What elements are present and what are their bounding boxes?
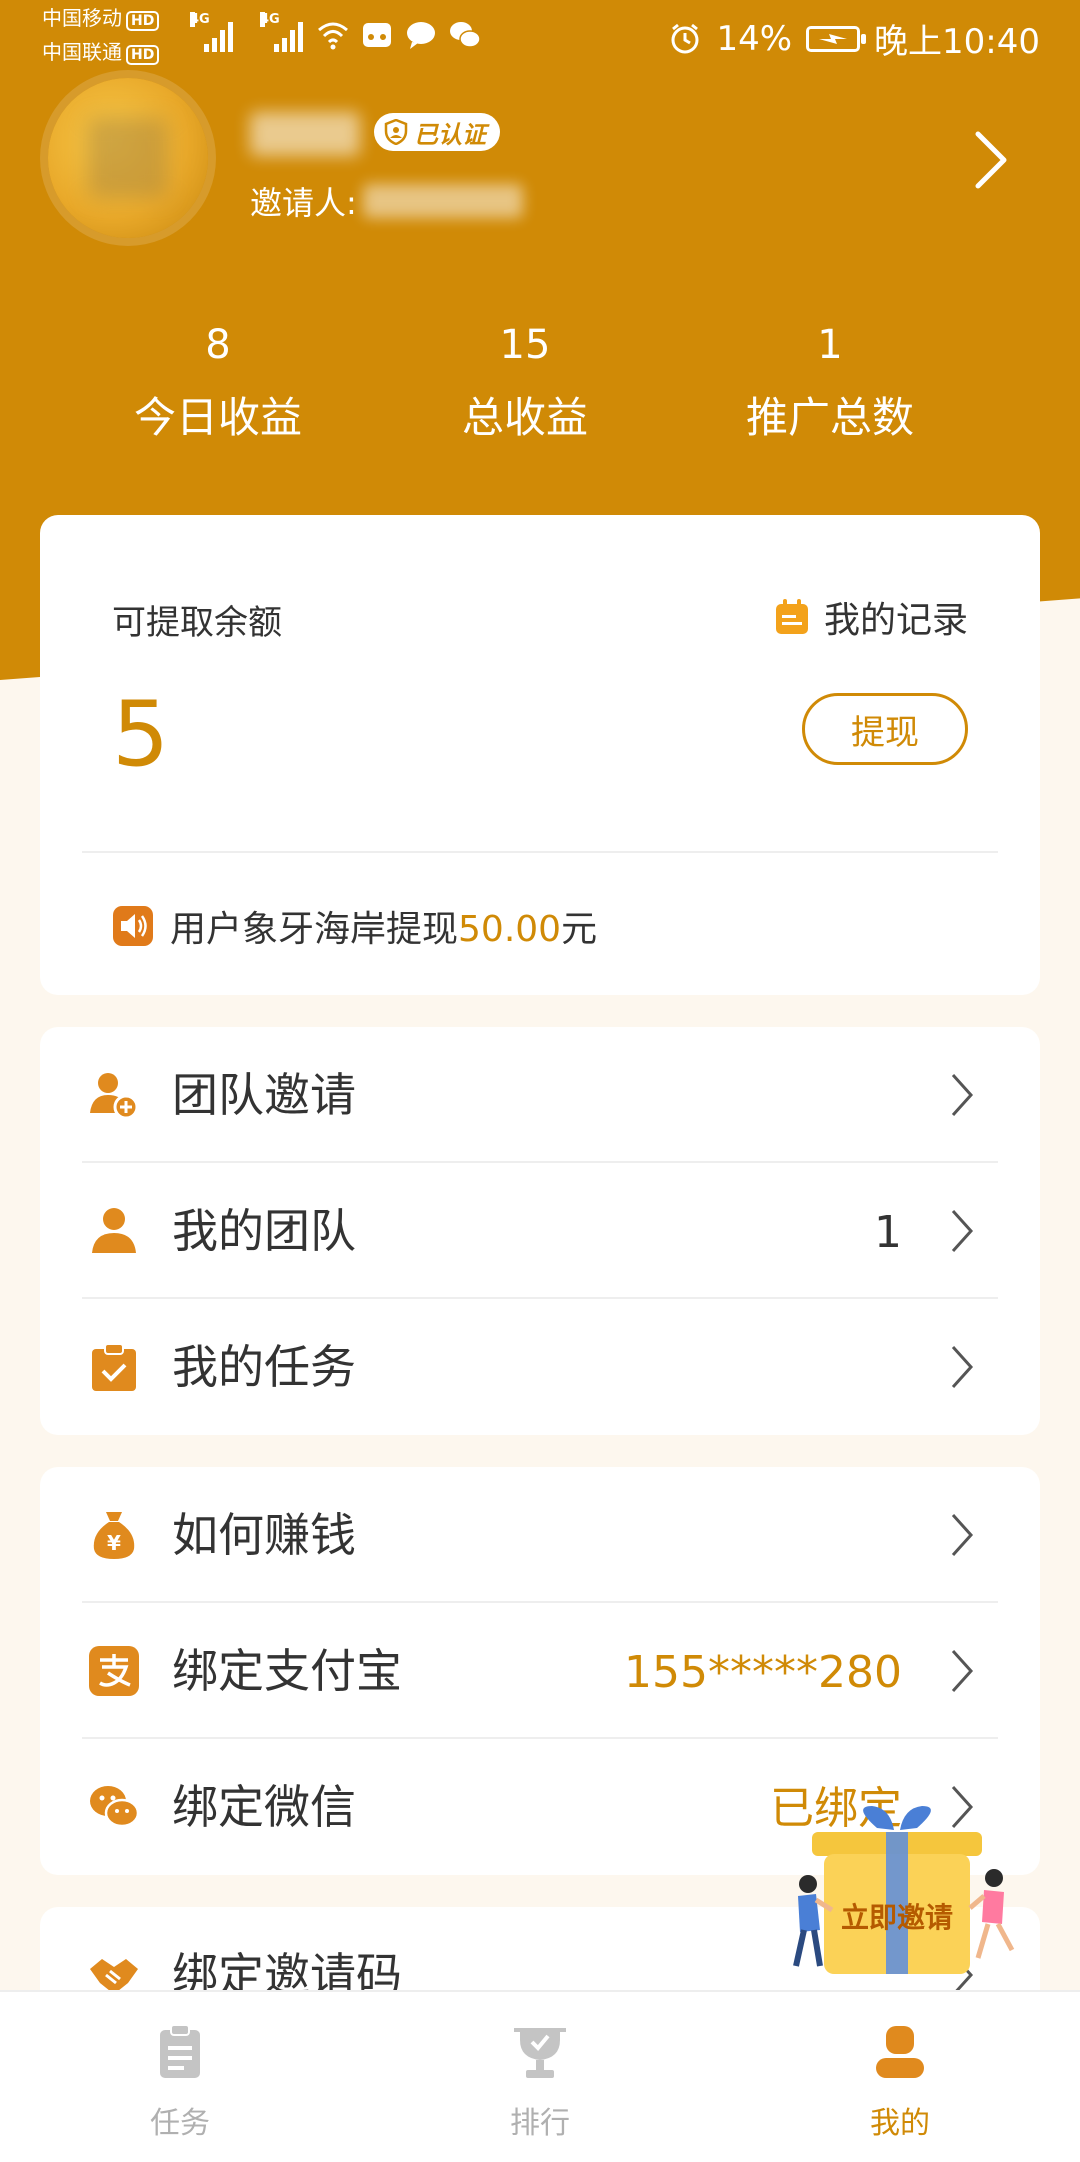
tab-tasks[interactable]: 任务 — [80, 1992, 280, 2162]
alipay-icon — [89, 1646, 139, 1696]
alarm-icon — [671, 23, 699, 53]
profile-chevron-right-icon[interactable] — [974, 130, 1010, 190]
stat-value: 15 — [499, 322, 551, 368]
chevron-right-icon — [951, 1209, 974, 1253]
add-user-icon — [90, 1073, 139, 1120]
avatar[interactable] — [48, 78, 208, 238]
battery-percent: 14% — [716, 18, 793, 59]
divider — [82, 851, 998, 853]
balance-value: 5 — [112, 682, 170, 787]
network-1-type: 4G — [190, 12, 210, 27]
stat-label: 总收益 — [461, 393, 588, 442]
hd-badge: HD — [126, 11, 160, 31]
chevron-right-icon — [951, 1513, 974, 1557]
chevron-right-icon — [951, 1649, 974, 1693]
carrier-1: 中国移动 HD — [42, 6, 160, 31]
invite-now-floating-button[interactable]: 立即邀请 — [782, 1800, 1022, 2000]
status-right: 14% 晚上10:40 — [668, 14, 1040, 63]
stat-label: 今日收益 — [133, 393, 302, 442]
tab-label: 我的 — [870, 2106, 930, 2141]
clock: 晚上10:40 — [874, 22, 1040, 62]
signal-1-icon: 4G — [190, 12, 233, 52]
status-bar: 中国移动 HD 中国联通 HD 4G 4G 14% 晚上10:40 — [0, 0, 1080, 70]
inviter-row: 邀请人: — [250, 178, 523, 224]
alipay-account-value: 155*****280 — [624, 1647, 902, 1698]
notice-text: 用户象牙海岸提现 — [170, 909, 459, 950]
menu-label: 团队邀请 — [172, 1068, 356, 1122]
menu-group-team: 团队邀请 我的团队 1 我的任务 — [40, 1027, 1040, 1435]
menu-label: 绑定微信 — [172, 1780, 356, 1834]
chevron-right-icon — [951, 1073, 974, 1117]
my-records-link[interactable]: 我的记录 — [772, 591, 968, 643]
menu-label: 如何赚钱 — [172, 1508, 356, 1562]
notice-amount: 50.00 — [458, 909, 562, 950]
menu-label: 我的任务 — [172, 1340, 356, 1394]
carrier-2: 中国联通 HD — [42, 40, 160, 65]
user-icon — [876, 2026, 924, 2078]
stat-total-earnings: 15 总收益 — [375, 320, 675, 448]
withdraw-button[interactable]: 提现 — [802, 693, 968, 765]
username-redacted — [250, 112, 360, 156]
menu-bind-alipay[interactable]: 绑定支付宝 155*****280 — [40, 1603, 1040, 1739]
wechat-icon — [450, 22, 481, 48]
message-icon — [407, 22, 435, 49]
tab-mine[interactable]: 我的 — [800, 1992, 1000, 2162]
menu-my-team[interactable]: 我的团队 1 — [40, 1163, 1040, 1299]
tab-ranking[interactable]: 排行 — [440, 1992, 640, 2162]
user-icon — [92, 1208, 136, 1253]
network-2-type: 4G — [260, 12, 280, 27]
clipboard-check-icon — [92, 1343, 136, 1391]
stat-promotion-count: 1 推广总数 — [680, 320, 980, 448]
balance-label: 可提取余额 — [112, 603, 282, 643]
menu-how-to-earn[interactable]: ¥ 如何赚钱 — [40, 1467, 1040, 1603]
wechat-icon — [90, 1786, 140, 1828]
menu-my-tasks[interactable]: 我的任务 — [40, 1299, 1040, 1435]
tab-label: 任务 — [150, 2106, 210, 2141]
withdraw-notice: 用户象牙海岸提现50.00元 — [112, 900, 597, 952]
chevron-right-icon — [951, 1345, 974, 1389]
menu-value: 1 — [874, 1207, 902, 1258]
hd-badge: HD — [126, 45, 160, 65]
stat-today-earnings: 8 今日收益 — [68, 320, 368, 448]
invite-now-label: 立即邀请 — [840, 1901, 953, 1934]
tab-label: 排行 — [510, 2106, 570, 2141]
trophy-icon — [514, 2028, 566, 2078]
app-notification-icon — [363, 23, 391, 47]
stat-value: 1 — [817, 322, 843, 368]
inviter-name-redacted — [362, 184, 523, 218]
verified-label: 已认证 — [414, 120, 486, 149]
wifi-icon — [318, 22, 348, 50]
menu-label: 绑定支付宝 — [172, 1644, 402, 1698]
carrier-1-name: 中国移动 — [42, 6, 122, 30]
clipboard-icon — [160, 2024, 200, 2078]
calendar-icon — [775, 599, 808, 634]
my-records-label: 我的记录 — [823, 600, 968, 641]
money-bag-icon: ¥ — [93, 1512, 135, 1559]
svg-text:¥: ¥ — [107, 1531, 121, 1555]
signal-2-icon: 4G — [260, 12, 303, 52]
notice-unit: 元 — [561, 909, 598, 950]
inviter-label: 邀请人: — [250, 184, 357, 222]
stat-value: 8 — [205, 322, 231, 368]
battery-icon — [806, 25, 867, 52]
carrier-2-name: 中国联通 — [42, 40, 122, 64]
stat-label: 推广总数 — [745, 393, 914, 442]
bottom-nav: 任务 排行 我的 — [0, 1990, 1080, 2162]
verified-badge: 已认证 — [374, 113, 500, 151]
shield-icon — [384, 119, 408, 145]
speaker-icon — [113, 906, 153, 946]
menu-label: 我的团队 — [172, 1204, 356, 1258]
menu-team-invite[interactable]: 团队邀请 — [40, 1027, 1040, 1163]
balance-card: 可提取余额 我的记录 5 提现 用户象牙海岸提现50.00元 — [40, 515, 1040, 995]
